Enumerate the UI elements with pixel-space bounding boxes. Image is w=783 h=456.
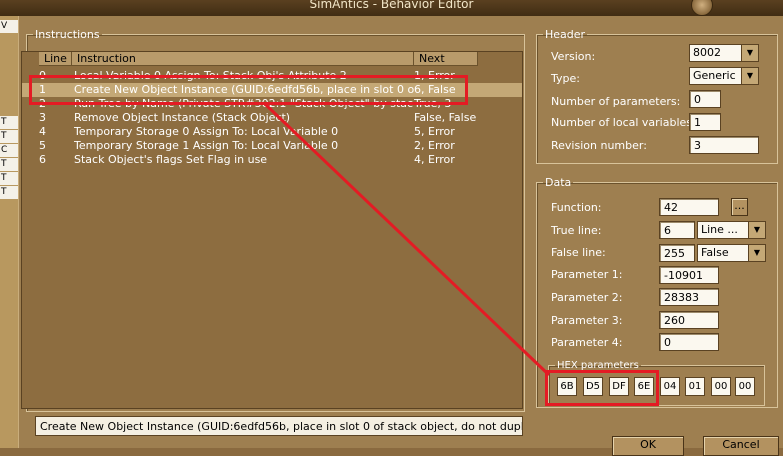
num-locals-field[interactable]: 1 xyxy=(689,113,721,131)
column-header-line[interactable]: Line xyxy=(39,52,72,66)
row-line: 6 xyxy=(39,153,46,166)
revision-field[interactable]: 3 xyxy=(689,136,759,154)
param4-label: Parameter 4: xyxy=(551,336,623,349)
row-next: 4, Error xyxy=(414,153,455,166)
type-label: Type: xyxy=(551,72,580,85)
false-line-combo-value: False xyxy=(701,246,729,259)
table-row[interactable]: 3 Remove Object Instance (Stack Object) … xyxy=(22,111,522,125)
true-line-field[interactable]: 6 xyxy=(659,221,695,239)
table-row[interactable]: 6 Stack Object's flags Set Flag in use 4… xyxy=(22,153,522,167)
row-instruction: Local Variable 0 Assign To: Stack Obj's … xyxy=(74,69,347,82)
table-row[interactable]: 5 Temporary Storage 1 Assign To: Local V… xyxy=(22,139,522,153)
version-label: Version: xyxy=(551,50,596,63)
strip-text: C xyxy=(0,144,19,157)
function-label: Function: xyxy=(551,201,602,214)
strip-text: T xyxy=(0,116,19,129)
param3-label: Parameter 3: xyxy=(551,314,623,327)
strip-text: T xyxy=(0,186,19,199)
row-line: 3 xyxy=(39,111,46,124)
instruction-description: Create New Object Instance (GUID:6edfd56… xyxy=(35,416,523,436)
ellipsis-icon: ... xyxy=(734,199,745,212)
version-select[interactable]: 8002 ▼ xyxy=(689,44,759,62)
type-value: Generic xyxy=(693,69,736,82)
table-row[interactable]: 2 Run Tree by Name (Private STR#302:1 "S… xyxy=(22,97,522,111)
hex-byte-field[interactable]: 6E xyxy=(634,377,654,396)
row-next: 5, Error xyxy=(414,125,455,138)
num-locals-label: Number of local variables: xyxy=(551,116,696,129)
background-window-strip: V T T C T T T xyxy=(0,16,19,448)
strip-text: T xyxy=(0,158,19,171)
param4-field[interactable]: 0 xyxy=(659,333,719,351)
row-line: 2 xyxy=(39,97,46,110)
ok-button[interactable]: OK xyxy=(612,436,684,456)
version-value: 8002 xyxy=(693,46,721,59)
strip-text: V xyxy=(0,20,19,33)
data-group-label: Data xyxy=(545,176,572,189)
row-instruction: Stack Object's flags Set Flag in use xyxy=(74,153,268,166)
false-line-select[interactable]: False ▼ xyxy=(697,244,766,262)
row-next: False, False xyxy=(414,111,477,124)
table-row[interactable]: 0 Local Variable 0 Assign To: Stack Obj'… xyxy=(22,69,522,83)
table-row-selected[interactable]: 1 Create New Object Instance (GUID:6edfd… xyxy=(22,83,522,97)
strip-text: T xyxy=(0,172,19,185)
column-header-next[interactable]: Next xyxy=(414,52,478,66)
num-params-label: Number of parameters: xyxy=(551,95,681,108)
row-instruction: Temporary Storage 1 Assign To: Local Var… xyxy=(74,139,339,152)
window-title: SimAntics - Behavior Editor xyxy=(309,0,474,11)
function-browse-button[interactable]: ... xyxy=(731,198,748,216)
header-group-label: Header xyxy=(545,28,586,41)
row-line: 0 xyxy=(39,69,46,82)
instructions-list[interactable]: Line Instruction Next 0 Local Variable 0… xyxy=(21,51,523,409)
hex-byte-field[interactable]: 00 xyxy=(711,377,731,396)
row-next: 1, Error xyxy=(414,69,455,82)
column-header-instruction[interactable]: Instruction xyxy=(72,52,414,66)
param2-field[interactable]: 28383 xyxy=(659,288,719,306)
param1-field[interactable]: -10901 xyxy=(659,266,719,284)
strip-text: T xyxy=(0,130,19,143)
true-line-combo-value: Line ... xyxy=(701,223,738,236)
chevron-down-icon[interactable]: ▼ xyxy=(748,245,765,261)
row-line: 1 xyxy=(39,83,46,96)
hex-byte-field[interactable]: 04 xyxy=(660,377,680,396)
chevron-down-icon[interactable]: ▼ xyxy=(741,68,758,84)
function-field[interactable]: 42 xyxy=(659,198,719,216)
hex-byte-field[interactable]: 00 xyxy=(735,377,755,396)
chevron-down-icon[interactable]: ▼ xyxy=(741,45,758,61)
row-next: 2, Error xyxy=(414,139,455,152)
type-select[interactable]: Generic ▼ xyxy=(689,67,759,85)
row-next: True, 3 xyxy=(414,97,452,110)
row-instruction: Temporary Storage 0 Assign To: Local Var… xyxy=(74,125,339,138)
param1-label: Parameter 1: xyxy=(551,268,623,281)
row-instruction: Remove Object Instance (Stack Object) xyxy=(74,111,291,124)
param3-field[interactable]: 260 xyxy=(659,311,719,329)
chevron-down-icon[interactable]: ▼ xyxy=(748,222,765,238)
gear-icon xyxy=(691,0,713,16)
revision-label: Revision number: xyxy=(551,139,647,152)
row-instruction: Create New Object Instance (GUID:6edfd56… xyxy=(74,83,414,96)
table-row[interactable]: 4 Temporary Storage 0 Assign To: Local V… xyxy=(22,125,522,139)
true-line-label: True line: xyxy=(551,224,602,237)
false-line-label: False line: xyxy=(551,246,606,259)
true-line-select[interactable]: Line ... ▼ xyxy=(697,221,766,239)
num-params-field[interactable]: 0 xyxy=(689,90,721,108)
hex-parameters-group: HEX parameters xyxy=(548,360,765,406)
hex-byte-field[interactable]: D5 xyxy=(583,377,603,396)
cancel-button[interactable]: Cancel xyxy=(703,436,779,456)
hex-byte-field[interactable]: 01 xyxy=(685,377,705,396)
row-instruction: Run Tree by Name (Private STR#302:1 "Sta… xyxy=(74,97,414,110)
hex-group-label: HEX parameters xyxy=(557,360,639,371)
row-line: 4 xyxy=(39,125,46,138)
row-next: 6, False xyxy=(414,83,456,96)
hex-byte-field[interactable]: DF xyxy=(609,377,629,396)
false-line-field[interactable]: 255 xyxy=(659,244,695,262)
hex-byte-field[interactable]: 6B xyxy=(557,377,577,396)
row-line: 5 xyxy=(39,139,46,152)
instructions-group-label: Instructions xyxy=(35,28,100,41)
param2-label: Parameter 2: xyxy=(551,291,623,304)
instructions-list-header: Line Instruction Next xyxy=(22,52,522,67)
